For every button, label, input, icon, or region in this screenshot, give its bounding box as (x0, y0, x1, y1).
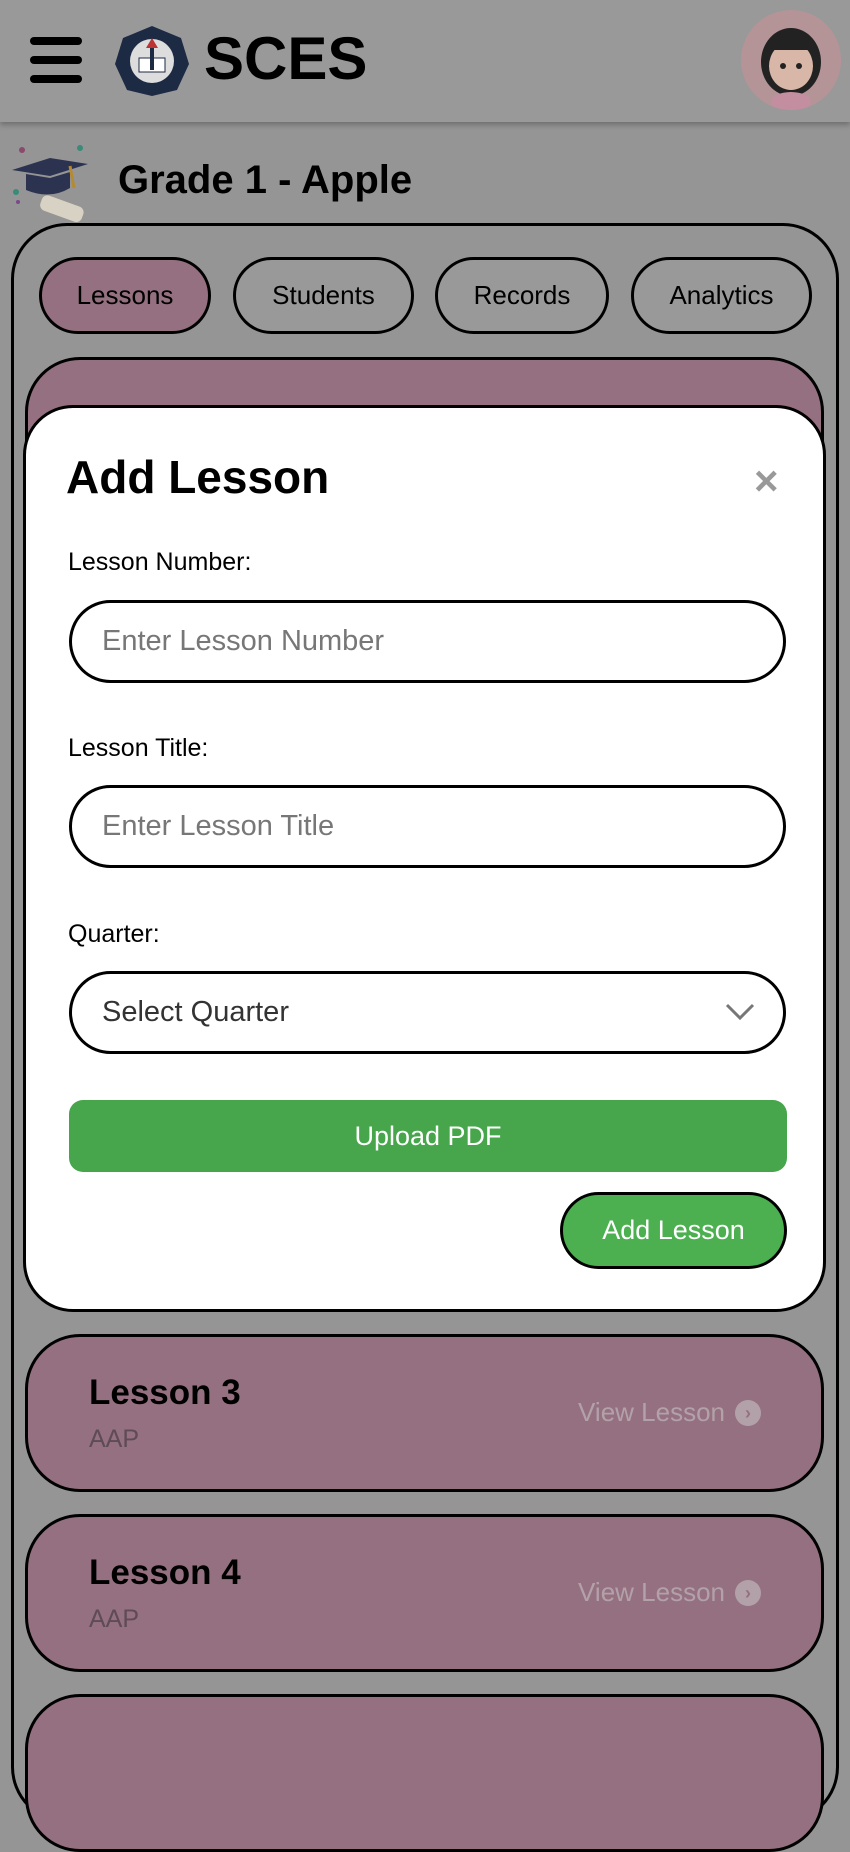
tab-records[interactable]: Records (435, 257, 609, 334)
lesson-card[interactable]: Lesson 3 AAP View Lesson › (25, 1334, 824, 1492)
chevron-right-icon: › (735, 1579, 761, 1606)
chevron-right-icon: › (735, 1399, 761, 1426)
user-avatar[interactable] (741, 10, 841, 110)
school-logo (115, 26, 189, 96)
tab-lessons[interactable]: Lessons (39, 257, 211, 334)
lesson-card[interactable] (25, 1694, 824, 1852)
lesson-title-input[interactable] (69, 785, 786, 868)
tab-students[interactable]: Students (233, 257, 414, 334)
quarter-label: Quarter: (68, 920, 160, 948)
hamburger-menu-icon[interactable] (30, 37, 82, 83)
lesson-title-label: Lesson Title: (68, 734, 209, 762)
lesson-subject: AAP (89, 1605, 140, 1633)
view-lesson-label: View Lesson (578, 1397, 725, 1427)
page-title: Grade 1 - Apple (118, 158, 413, 202)
quarter-select-value: Select Quarter (102, 996, 289, 1028)
add-lesson-button[interactable]: Add Lesson (560, 1192, 787, 1269)
add-lesson-modal: Add Lesson × Lesson Number: Lesson Title… (23, 405, 826, 1312)
quarter-select[interactable]: Select Quarter (69, 971, 786, 1054)
lesson-number-label: Lesson Number: (68, 548, 252, 576)
view-lesson-link[interactable]: View Lesson › (578, 1577, 761, 1608)
modal-title: Add Lesson (66, 451, 330, 503)
upload-pdf-button[interactable]: Upload PDF (69, 1100, 787, 1172)
graduation-cap-icon (12, 145, 88, 222)
close-icon[interactable]: × (754, 460, 779, 502)
lesson-title: Lesson 4 (89, 1553, 241, 1592)
lesson-subject: AAP (89, 1425, 140, 1453)
view-lesson-label: View Lesson (578, 1577, 725, 1607)
chevron-down-icon (725, 1003, 755, 1021)
top-header: SCES (0, 0, 850, 122)
brand-name: SCES (204, 25, 368, 92)
lesson-number-input[interactable] (69, 600, 786, 683)
lesson-card[interactable]: Lesson 4 AAP View Lesson › (25, 1514, 824, 1672)
view-lesson-link[interactable]: View Lesson › (578, 1397, 761, 1428)
lesson-title: Lesson 3 (89, 1373, 241, 1412)
tab-analytics[interactable]: Analytics (631, 257, 812, 334)
